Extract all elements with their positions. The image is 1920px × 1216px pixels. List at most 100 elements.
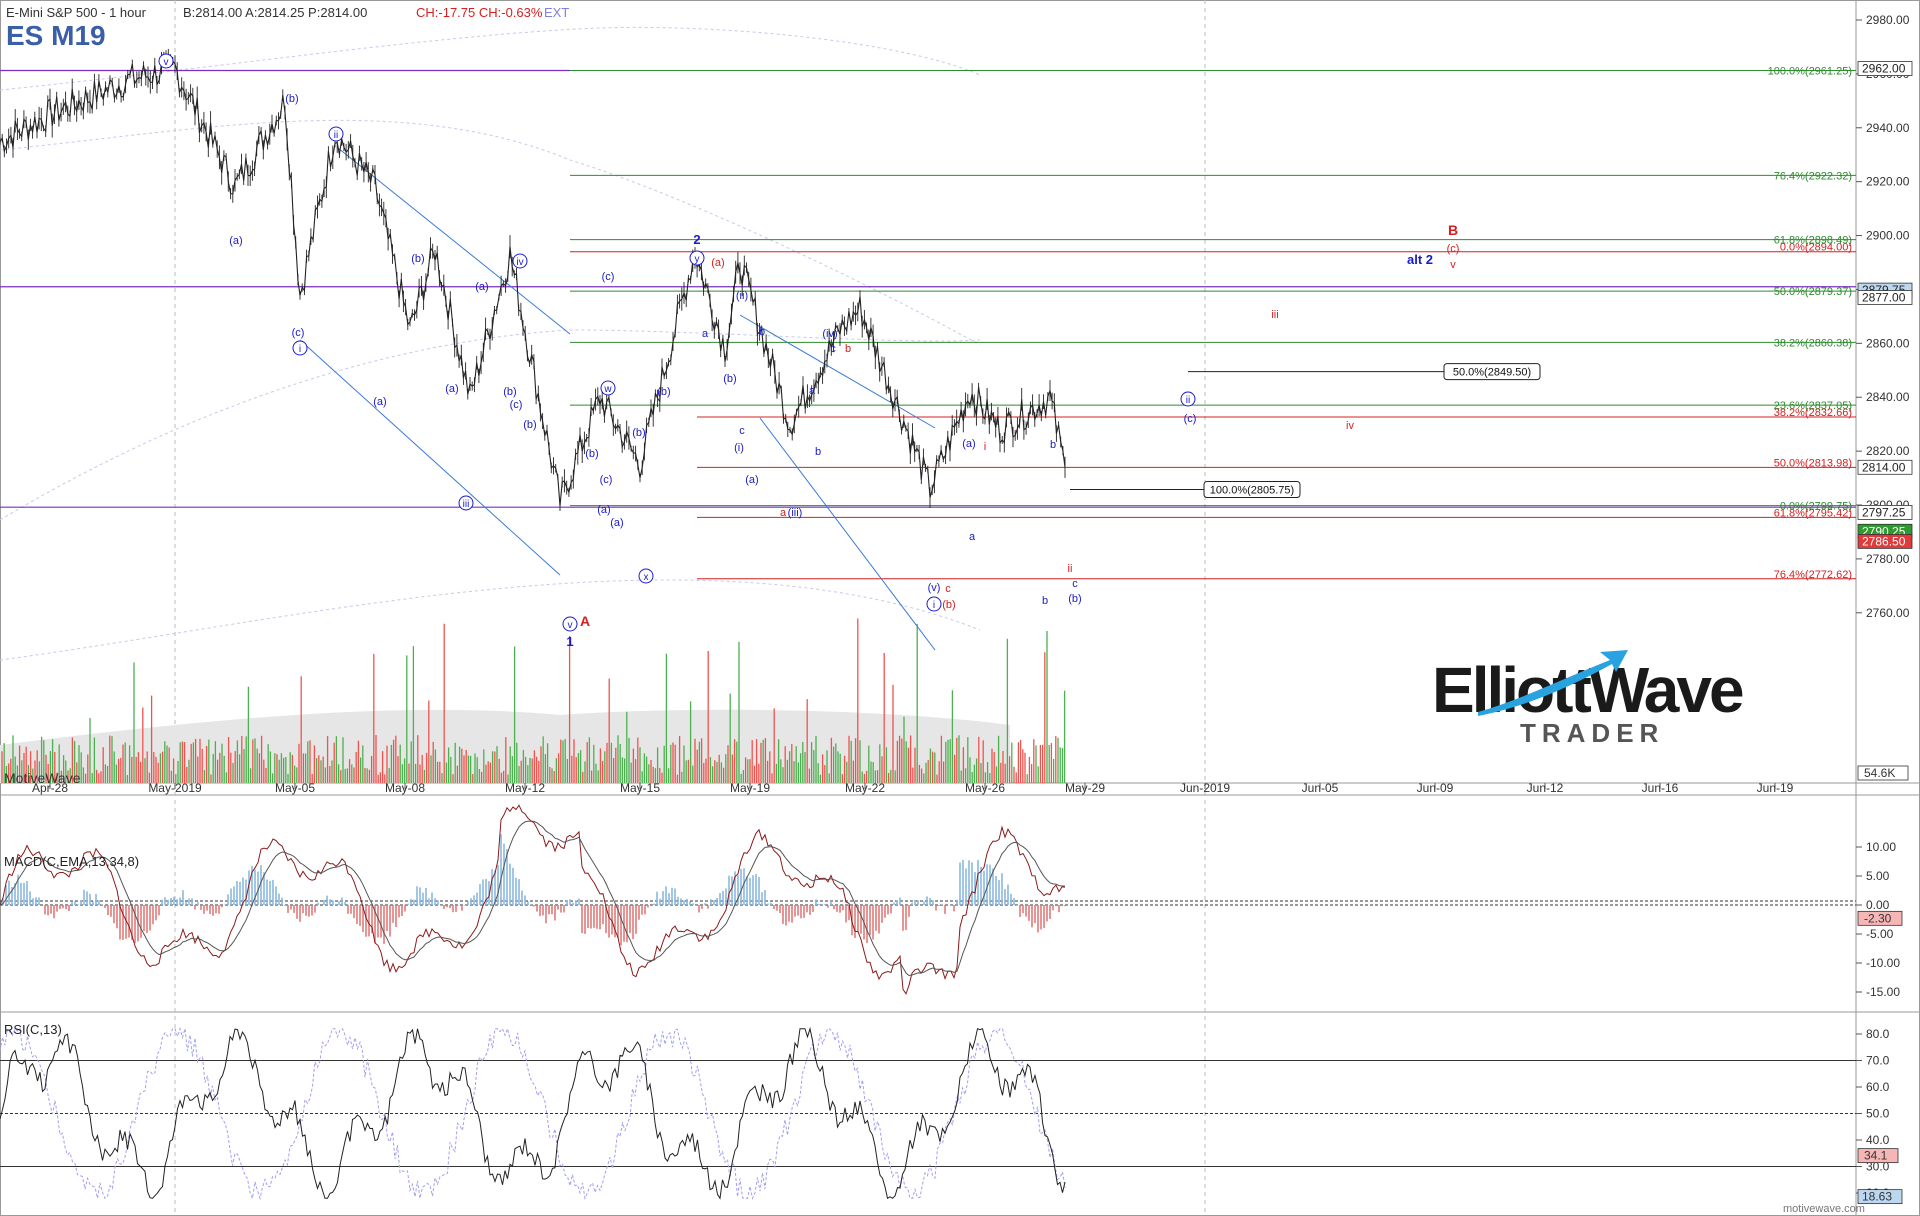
price-axis: 2980.002960.002940.002920.002900.002880.… <box>1856 13 1913 781</box>
macd-tick-label: -15.00 <box>1866 985 1900 999</box>
date-label: May-2019 <box>148 781 202 795</box>
rsi-last-value: 34.1 <box>1864 1149 1888 1163</box>
wave-label-blue: (c) <box>1184 413 1197 425</box>
wave-label-blue: (b) <box>632 427 645 439</box>
wave-label-blue: a <box>809 385 816 397</box>
envelope-band <box>0 119 981 346</box>
fib-label: 76.4%(2772.62) <box>1774 569 1852 581</box>
price-tick-label: 2760.00 <box>1866 606 1910 620</box>
rsi-title: RSI(C,13) <box>4 1022 62 1037</box>
wave-label-red: v <box>1450 259 1456 271</box>
wave-label-blue: (i) <box>734 442 744 454</box>
wave-label-circled: x <box>644 572 649 583</box>
wave-label-blue: c <box>739 425 745 437</box>
wave-label-red: b <box>845 343 851 355</box>
macd-tick-label: 0.00 <box>1866 898 1890 912</box>
wave-label-blue: c <box>1072 578 1078 590</box>
price-tag-label: 2797.25 <box>1862 505 1906 519</box>
wave-label-circled: i <box>299 344 301 355</box>
date-label: May-19 <box>730 781 770 795</box>
quote-bap: B:2814.00 A:2814.25 P:2814.00 <box>183 5 367 20</box>
chart-title: E-Mini S&P 500 - 1 hour <box>6 5 147 20</box>
date-label: May-05 <box>275 781 315 795</box>
price-tag-label: 2814.00 <box>1862 460 1906 474</box>
wave-label-red: (b) <box>942 599 955 611</box>
wave-label-blue: (b) <box>585 448 598 460</box>
price-tick-label: 2780.00 <box>1866 552 1910 566</box>
price-tick-label: 2920.00 <box>1866 175 1910 189</box>
macd-last-value: -2.30 <box>1864 911 1892 925</box>
rsi-stoch-value: 18.63 <box>1862 1190 1892 1204</box>
wave-label-blue: 2 <box>693 232 700 247</box>
quote-change: CH:-17.75 CH:-0.63% <box>416 5 543 20</box>
macd-tick-label: 5.00 <box>1866 869 1890 883</box>
fib-label: 100.0%(2961.25) <box>1768 66 1852 78</box>
channel-line <box>759 417 936 651</box>
wave-label-circled: ii <box>334 130 338 141</box>
fib-label: 0.0%(2894.00) <box>1780 242 1852 254</box>
rsi-tick-label: 80.0 <box>1866 1027 1890 1041</box>
wave-label-blue: (c) <box>510 399 523 411</box>
date-label: May-29 <box>1065 781 1105 795</box>
wave-label-blue: alt 2 <box>1407 252 1433 267</box>
wave-label-blue: (a) <box>229 235 242 247</box>
macd-signal-line <box>0 820 1066 977</box>
wave-label-blue: b <box>815 446 821 458</box>
wave-label-red: iii <box>1271 309 1278 321</box>
wave-label-circled: iii <box>463 499 470 510</box>
wave-label-blue: (a) <box>597 504 610 516</box>
macd-panel: 10.00 5.00 0.00 -5.00 -10.00 -15.00 -2.30 <box>0 804 1903 999</box>
envelope-band <box>0 26 981 91</box>
price-tick-label: 2900.00 <box>1866 229 1910 243</box>
fib-label: 50.0%(2879.37) <box>1774 286 1852 298</box>
fib-label: 76.4%(2922.32) <box>1774 170 1852 182</box>
chart-canvas[interactable]: 100.0%(2961.25)76.4%(2922.32)61.8%(2898.… <box>0 0 1920 1216</box>
wave-label-red: B <box>1448 222 1458 238</box>
macd-line <box>0 804 1066 995</box>
symbol-title: ES M19 <box>6 20 106 51</box>
logo-line2: TRADER <box>1520 718 1664 748</box>
quote-ext: EXT <box>544 5 569 20</box>
wave-label-red: c <box>945 583 951 595</box>
price-tick-label: 2820.00 <box>1866 444 1910 458</box>
wave-label-blue: c <box>830 343 836 355</box>
wave-label-circled: w <box>603 384 612 395</box>
wave-label-circled: y <box>695 254 700 265</box>
macd-tick-label: 10.00 <box>1866 840 1896 854</box>
wave-label-blue: a <box>702 328 709 340</box>
wave-label-blue: (b) <box>723 373 736 385</box>
envelope-band <box>0 329 981 521</box>
volume-tag-label: 54.6K <box>1864 766 1895 780</box>
chart-frame <box>0 0 1920 1216</box>
date-label: Jun-05 <box>1302 781 1339 795</box>
wave-label-blue: (ii) <box>736 290 748 302</box>
wave-label-circled: v <box>568 620 573 631</box>
target-label: 100.0%(2805.75) <box>1210 485 1294 497</box>
rsi-tick-label: 40.0 <box>1866 1133 1890 1147</box>
wave-label-red: (c) <box>1447 243 1460 255</box>
date-label: Jun-12 <box>1527 781 1564 795</box>
rsi-tick-label: 70.0 <box>1866 1054 1890 1068</box>
wave-label-circled: ii <box>1186 395 1190 406</box>
wave-label-blue: (a) <box>445 383 458 395</box>
wave-label-red: i <box>984 441 986 453</box>
price-line <box>0 54 1066 507</box>
elliott-wave-trader-logo: ElliottWave TRADER <box>1432 650 1746 748</box>
trend-channels <box>299 147 936 651</box>
wave-label-red: A <box>580 613 590 629</box>
date-label: May-26 <box>965 781 1005 795</box>
macd-tick-label: -10.00 <box>1866 956 1900 970</box>
date-label: Jun-2019 <box>1180 781 1230 795</box>
wave-label-blue: (v) <box>928 582 941 594</box>
wave-label-blue: (c) <box>292 327 305 339</box>
wave-label-blue: b <box>1042 595 1048 607</box>
wave-label-circled: i <box>933 600 935 611</box>
wave-label-blue: a <box>969 531 976 543</box>
fib-levels: 100.0%(2961.25)76.4%(2922.32)61.8%(2898.… <box>0 66 1856 581</box>
fib-label: 61.8%(2795.42) <box>1774 507 1852 519</box>
envelope-band <box>0 579 981 661</box>
fib-label: 38.2%(2860.38) <box>1774 337 1852 349</box>
channel-line <box>299 339 561 576</box>
wave-label-blue: (iii) <box>788 507 803 519</box>
wave-label-red: a <box>780 507 787 519</box>
